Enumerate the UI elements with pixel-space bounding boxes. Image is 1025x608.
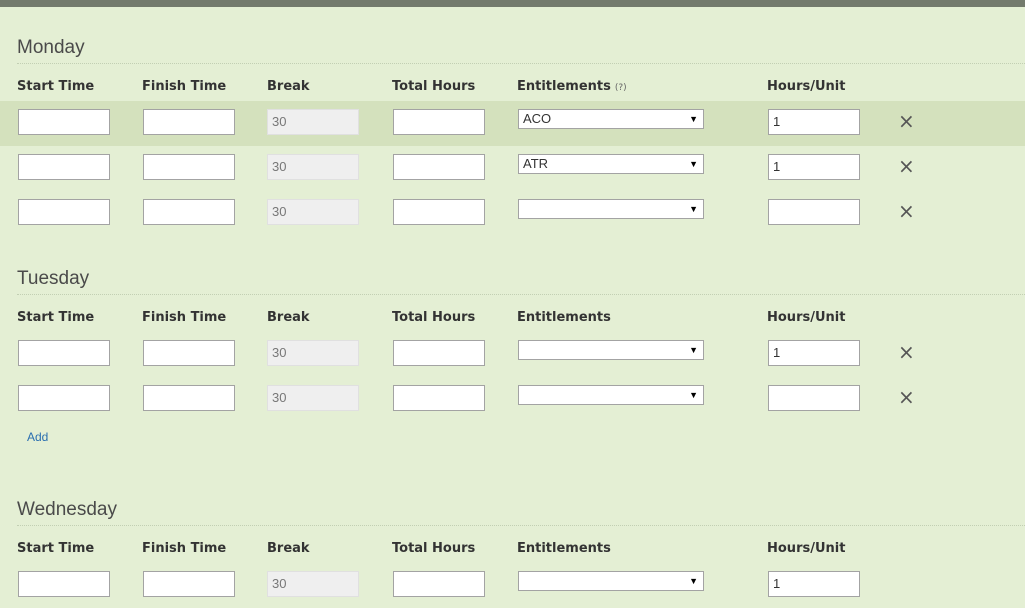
finish-time-input[interactable]	[143, 109, 235, 135]
hours-unit-input[interactable]	[768, 199, 860, 225]
total-hours-input[interactable]	[393, 571, 485, 597]
col-hours-unit: Hours/Unit	[767, 79, 846, 94]
col-entitlements: Entitlements	[517, 310, 611, 325]
delete-row-icon[interactable]: ×	[898, 201, 915, 221]
start-time-input[interactable]	[18, 385, 110, 411]
table-row: 30 ACO ▼ 1 ×	[0, 101, 1025, 146]
col-start-time: Start Time	[17, 310, 95, 325]
chevron-down-icon: ▼	[689, 159, 698, 169]
chevron-down-icon: ▼	[689, 204, 698, 214]
help-icon[interactable]: (?)	[615, 83, 627, 93]
col-total-hours: Total Hours	[392, 541, 476, 556]
table-row: 30 ▼ 1 ×	[0, 332, 1025, 377]
day-title-wednesday: Wednesday	[17, 499, 1025, 526]
table-row: 30 ATR ▼ 1 ×	[0, 146, 1025, 191]
total-hours-input[interactable]	[393, 199, 485, 225]
start-time-input[interactable]	[18, 340, 110, 366]
col-break: Break	[267, 541, 310, 556]
entitlement-select[interactable]: ▼	[518, 340, 704, 360]
entitlement-select[interactable]: ▼	[518, 571, 704, 591]
start-time-input[interactable]	[18, 109, 110, 135]
finish-time-input[interactable]	[143, 199, 235, 225]
finish-time-input[interactable]	[143, 340, 235, 366]
break-field: 30	[267, 340, 359, 366]
entitlement-select[interactable]: ▼	[518, 199, 704, 219]
chevron-down-icon: ▼	[689, 345, 698, 355]
day-title-monday: Monday	[17, 37, 1025, 64]
break-field: 30	[267, 571, 359, 597]
finish-time-input[interactable]	[143, 385, 235, 411]
chevron-down-icon: ▼	[689, 114, 698, 124]
entitlement-value: ATR	[523, 156, 549, 171]
col-total-hours: Total Hours	[392, 79, 476, 94]
entitlement-select[interactable]: ACO ▼	[518, 109, 704, 129]
day-title-tuesday: Tuesday	[17, 268, 1025, 295]
table-row: 30 ▼ ×	[0, 191, 1025, 236]
delete-row-icon[interactable]: ×	[898, 387, 915, 407]
col-entitlements: Entitlements	[517, 541, 611, 556]
start-time-input[interactable]	[18, 199, 110, 225]
delete-row-icon[interactable]: ×	[898, 342, 915, 362]
col-finish-time: Finish Time	[142, 310, 227, 325]
hours-unit-input[interactable]	[768, 385, 860, 411]
col-hours-unit: Hours/Unit	[767, 310, 846, 325]
hours-unit-input[interactable]: 1	[768, 571, 860, 597]
col-entitlements: Entitlements (?)	[517, 79, 627, 96]
delete-row-icon[interactable]: ×	[898, 156, 915, 176]
delete-row-icon[interactable]: ×	[898, 111, 915, 131]
start-time-input[interactable]	[18, 571, 110, 597]
col-start-time: Start Time	[17, 79, 95, 94]
col-entitlements-label: Entitlements	[517, 79, 611, 94]
add-row-link[interactable]: Add	[27, 430, 48, 444]
top-bar	[0, 0, 1025, 7]
finish-time-input[interactable]	[143, 571, 235, 597]
hours-unit-input[interactable]: 1	[768, 109, 860, 135]
col-hours-unit: Hours/Unit	[767, 541, 846, 556]
entitlement-select[interactable]: ▼	[518, 385, 704, 405]
table-row: 30 ▼ 1	[0, 563, 1025, 608]
finish-time-input[interactable]	[143, 154, 235, 180]
col-break: Break	[267, 79, 310, 94]
chevron-down-icon: ▼	[689, 576, 698, 586]
break-field: 30	[267, 199, 359, 225]
entitlement-select[interactable]: ATR ▼	[518, 154, 704, 174]
col-finish-time: Finish Time	[142, 541, 227, 556]
col-total-hours: Total Hours	[392, 310, 476, 325]
total-hours-input[interactable]	[393, 385, 485, 411]
col-finish-time: Finish Time	[142, 79, 227, 94]
chevron-down-icon: ▼	[689, 390, 698, 400]
hours-unit-input[interactable]: 1	[768, 340, 860, 366]
break-field: 30	[267, 109, 359, 135]
entitlement-value: ACO	[523, 111, 552, 126]
start-time-input[interactable]	[18, 154, 110, 180]
table-row: 30 ▼ ×	[0, 377, 1025, 422]
col-break: Break	[267, 310, 310, 325]
break-field: 30	[267, 385, 359, 411]
total-hours-input[interactable]	[393, 154, 485, 180]
hours-unit-input[interactable]: 1	[768, 154, 860, 180]
total-hours-input[interactable]	[393, 340, 485, 366]
total-hours-input[interactable]	[393, 109, 485, 135]
col-start-time: Start Time	[17, 541, 95, 556]
break-field: 30	[267, 154, 359, 180]
